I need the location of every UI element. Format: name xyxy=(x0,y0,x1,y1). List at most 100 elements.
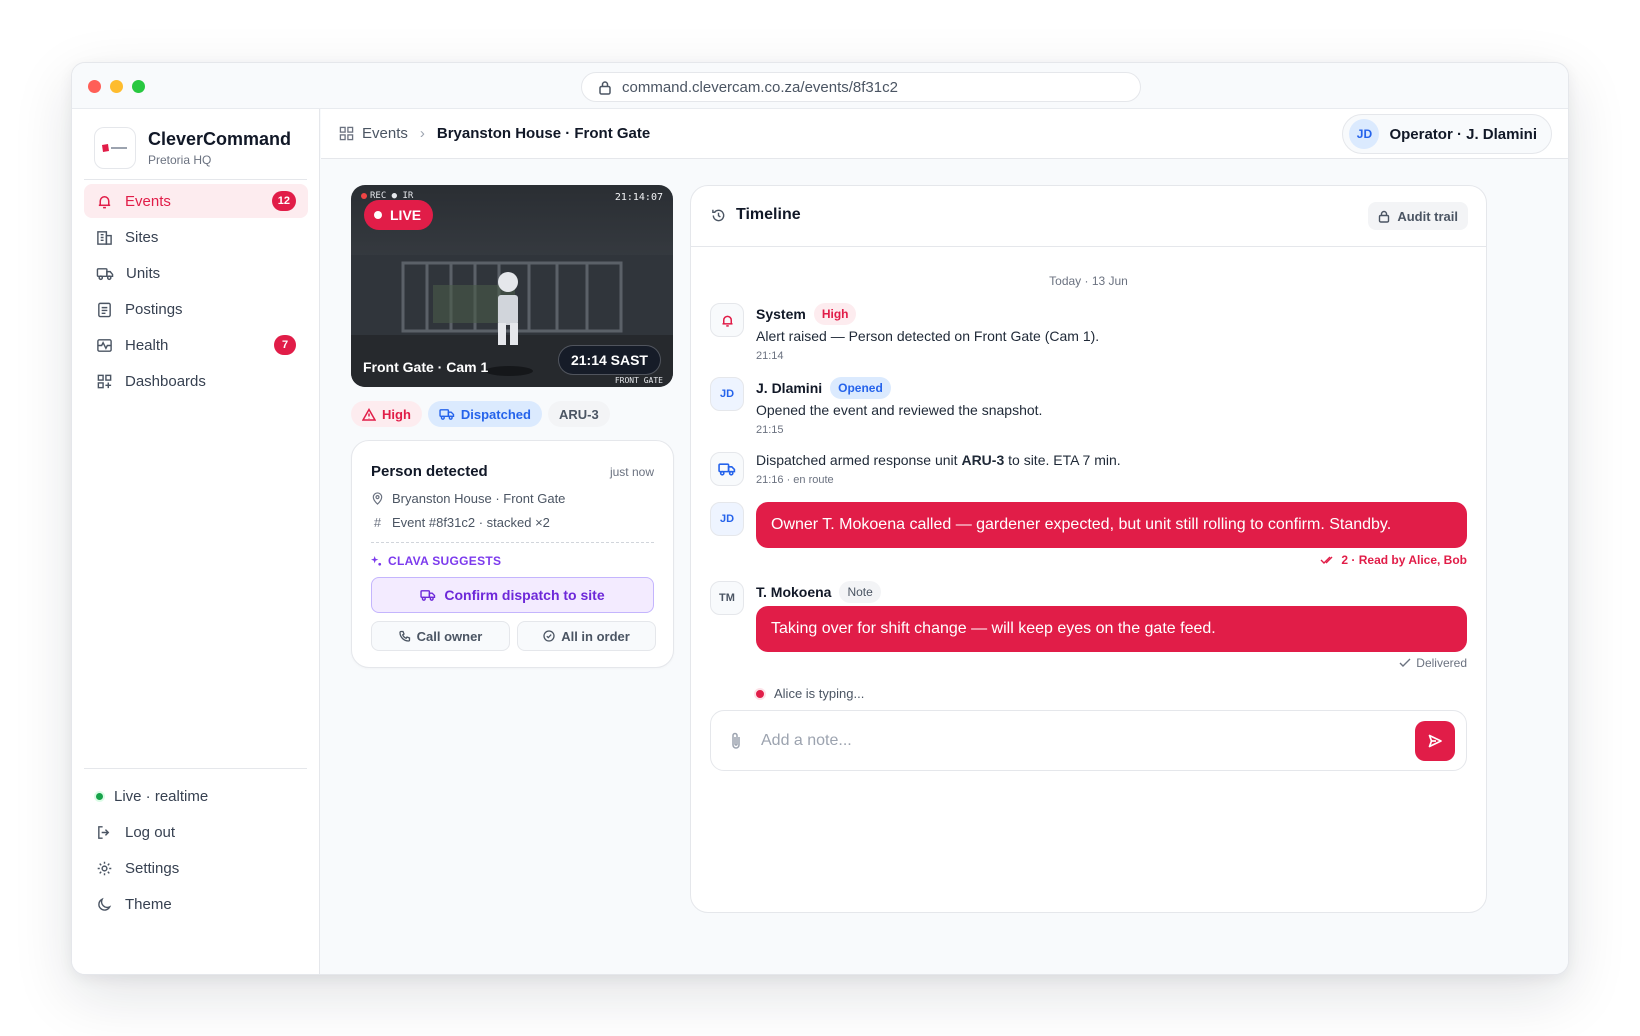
avatar: JD xyxy=(710,502,744,536)
sidebar-item-label: Sites xyxy=(125,228,159,246)
grid-icon xyxy=(97,374,112,388)
day-separator: Today · 13 Jun xyxy=(1049,274,1128,288)
all-in-order-label: All in order xyxy=(561,628,630,644)
dispatch-text-end: to site. ETA 7 min. xyxy=(1004,452,1121,468)
maximize-window-button[interactable] xyxy=(132,80,145,93)
check-icon xyxy=(1399,658,1411,667)
confirm-dispatch-button[interactable]: Confirm dispatch to site xyxy=(371,577,654,613)
truck-icon xyxy=(439,408,455,420)
avatar: JD xyxy=(710,377,744,411)
main-nav: Events 12 Sites Units Postings Health 7 xyxy=(84,184,308,400)
brand-logo xyxy=(94,127,136,169)
logout-button[interactable]: Log out xyxy=(84,815,308,849)
sidebar: CleverCommand Pretoria HQ Events 12 Site… xyxy=(72,109,320,974)
paperclip-icon[interactable] xyxy=(729,731,743,751)
timeline-item-header: J. Dlamini Opened xyxy=(756,377,891,399)
sidebar-item-label: Units xyxy=(126,264,161,282)
double-check-icon xyxy=(1320,556,1333,564)
avatar: JD xyxy=(1349,119,1380,149)
clipboard-icon xyxy=(98,302,111,317)
sidebar-item-label: Postings xyxy=(125,300,183,318)
warning-icon xyxy=(362,407,376,421)
message-bubble: Owner T. Mokoena called — gardener expec… xyxy=(756,502,1467,548)
sidebar-item-health[interactable]: Health 7 xyxy=(84,328,308,362)
settings-button[interactable]: Settings xyxy=(84,851,308,885)
timeline-actor: T. Mokoena xyxy=(756,584,832,600)
breadcrumb-current: Bryanston House · Front Gate xyxy=(436,125,651,142)
event-location: Bryanston House · Front Gate xyxy=(371,491,565,506)
sidebar-item-label: Events xyxy=(125,192,171,210)
send-button[interactable] xyxy=(1415,721,1455,761)
truck-icon xyxy=(420,589,436,601)
timeline-header: Timeline Audit trail xyxy=(691,186,1486,247)
timeline-actor: System xyxy=(756,306,806,322)
message-bubble: Taking over for shift change — will keep… xyxy=(756,606,1467,652)
operator-label: Operator · J. Dlamini xyxy=(1389,125,1537,143)
sidebar-item-postings[interactable]: Postings xyxy=(84,292,308,326)
brand[interactable]: CleverCommand Pretoria HQ xyxy=(94,127,291,169)
all-in-order-button[interactable]: All in order xyxy=(517,621,656,651)
timeline-actor: J. Dlamini xyxy=(756,380,823,396)
lock-icon xyxy=(599,80,611,95)
severity-chip: High xyxy=(813,303,857,325)
theme-label: Theme xyxy=(125,895,172,913)
video-clock: 21:14 SAST xyxy=(557,345,661,375)
sidebar-item-units[interactable]: Units xyxy=(84,256,308,290)
call-owner-label: Call owner xyxy=(416,628,483,644)
timeline-title: Timeline xyxy=(711,206,801,224)
theme-toggle[interactable]: Theme xyxy=(84,887,308,921)
breadcrumb: Events › Bryanston House · Front Gate JD… xyxy=(321,109,1568,159)
timeline-item-time: 21:15 xyxy=(756,424,784,436)
video-timestamp: 21:14:07 xyxy=(614,192,663,203)
note-input[interactable] xyxy=(761,729,1361,753)
status-chip: Opened xyxy=(830,377,891,399)
typing-text: Alice is typing... xyxy=(774,686,865,701)
live-status-dot xyxy=(94,790,105,802)
sidebar-item-sites[interactable]: Sites xyxy=(84,220,308,254)
severity-tag: High xyxy=(351,401,422,427)
chevron-right-icon: › xyxy=(419,125,425,142)
event-id-text: Event #8f31c2 · stacked ×2 xyxy=(392,515,550,530)
confirm-dispatch-label: Confirm dispatch to site xyxy=(444,587,605,603)
event-id: # Event #8f31c2 · stacked ×2 xyxy=(371,515,550,530)
timeline-item-text: Alert raised — Person detected on Front … xyxy=(756,328,1100,344)
close-window-button[interactable] xyxy=(88,80,101,93)
sidebar-item-dashboards[interactable]: Dashboards xyxy=(84,364,308,398)
event-time: just now xyxy=(609,465,654,479)
timeline-item-header: T. Mokoena Note xyxy=(756,581,881,603)
event-location-text: Bryanston House · Front Gate xyxy=(392,491,566,506)
live-camera-feed[interactable]: REC ● IR 21:14:07 LIVE Front Gate · Cam … xyxy=(351,185,673,387)
minimize-window-button[interactable] xyxy=(110,80,123,93)
sidebar-item-label: Dashboards xyxy=(125,372,206,390)
gear-icon xyxy=(97,861,112,875)
grid-icon xyxy=(339,126,354,141)
divider xyxy=(84,768,307,769)
send-icon xyxy=(1428,734,1442,748)
timeline-item-header: System High xyxy=(756,303,857,325)
status-tag: Dispatched xyxy=(427,401,542,427)
system-event-icon xyxy=(710,303,744,337)
map-pin-icon xyxy=(372,492,383,505)
audit-trail-button[interactable]: Audit trail xyxy=(1368,202,1468,230)
pulse-icon xyxy=(97,338,112,352)
history-icon xyxy=(712,209,725,221)
ai-suggestion-header: CLAVA SUGGESTS xyxy=(371,554,501,568)
bell-icon xyxy=(722,315,732,327)
brand-subtitle: Pretoria HQ xyxy=(148,153,212,167)
timeline-title-text: Timeline xyxy=(736,206,801,223)
brand-name: CleverCommand xyxy=(148,129,292,149)
live-badge: LIVE xyxy=(364,200,434,230)
delivered-text: Delivered xyxy=(1416,656,1467,670)
address-bar[interactable]: command.clevercam.co.za/events/8f31c2 xyxy=(581,72,1141,102)
unit-tag: ARU-3 xyxy=(547,401,610,427)
sidebar-item-events[interactable]: Events 12 xyxy=(84,184,308,218)
logout-label: Log out xyxy=(125,823,176,841)
divider xyxy=(84,179,307,180)
bell-icon xyxy=(98,195,111,208)
note-composer xyxy=(710,710,1467,771)
operator-menu[interactable]: JD Operator · J. Dlamini xyxy=(1342,114,1552,154)
breadcrumb-events-link[interactable]: Events xyxy=(362,125,408,142)
read-receipt-text: 2 · Read by Alice, Bob xyxy=(1341,553,1467,567)
live-label: LIVE xyxy=(390,207,422,223)
call-owner-button[interactable]: Call owner xyxy=(371,621,510,651)
